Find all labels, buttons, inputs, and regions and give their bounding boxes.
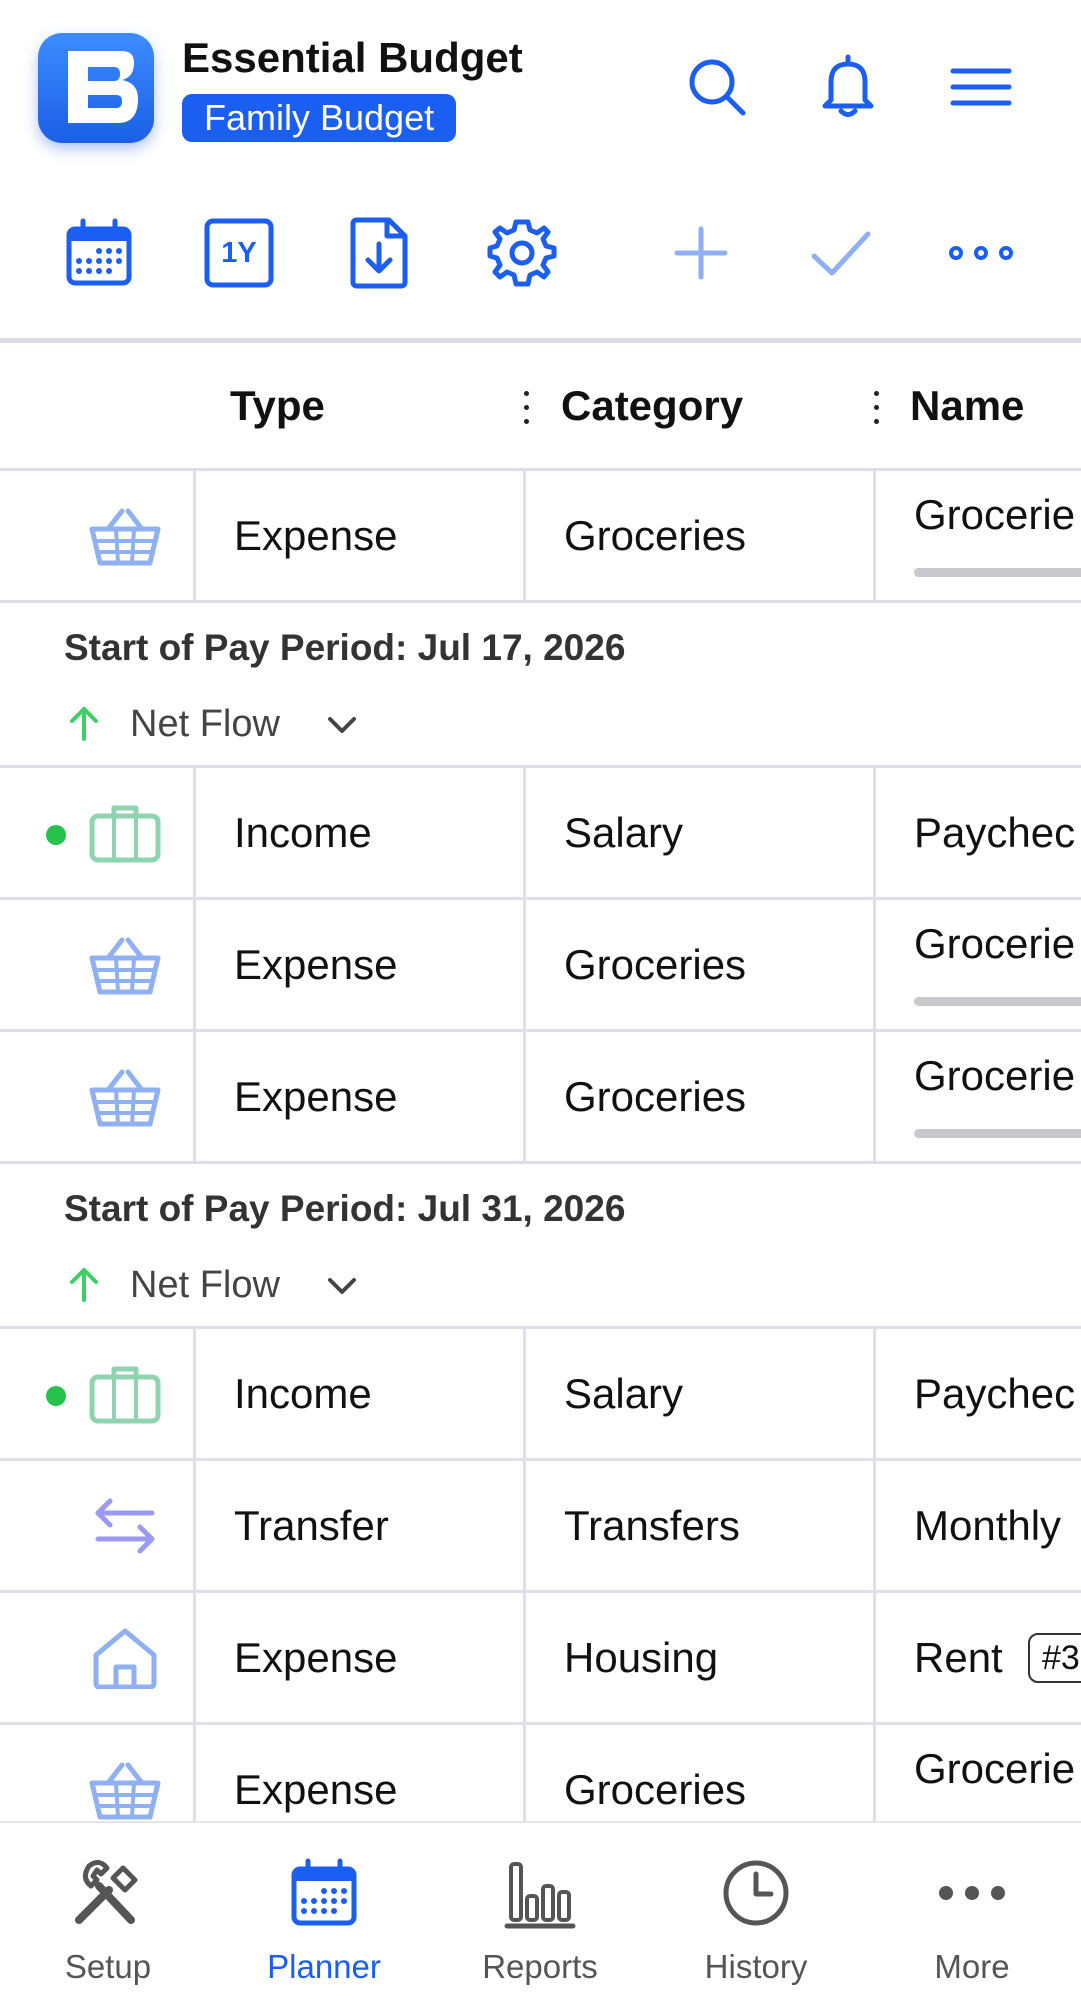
basket-icon [89,1762,161,1820]
chevron-down-icon [328,717,356,733]
bell-icon[interactable] [813,52,883,122]
progress-bar [914,568,1081,577]
row-name: Grocerie [914,1052,1076,1099]
tab-label: Planner [267,1948,381,1985]
pay-period-header[interactable]: Start of Pay Period: Jul 31, 2026 Net Fl… [0,1164,1081,1329]
row-name: Paychec [914,1370,1076,1417]
more-icon [932,1853,1012,1933]
add-icon[interactable] [656,208,746,298]
pay-period-title: Start of Pay Period: Jul 17, 2026 [64,627,626,668]
search-icon[interactable] [682,52,752,122]
tab-reports[interactable]: Reports [432,1823,648,1999]
row-name: Rent [914,1634,1003,1681]
table-row[interactable]: Expense Groceries Grocerie [0,1725,1081,1821]
tools-icon [68,1853,148,1933]
bottom-tab-bar: Setup Planner Reports History More [0,1821,1081,1999]
row-name: Grocerie [914,920,1076,967]
calendar-icon[interactable] [54,208,144,298]
more-icon[interactable] [936,208,1026,298]
row-category: Groceries [564,1766,747,1813]
calendar-icon [284,1853,364,1933]
tab-planner[interactable]: Planner [216,1823,432,1999]
row-type: Income [234,809,372,856]
row-type: Expense [234,512,398,559]
progress-bar [914,1129,1081,1138]
row-type: Expense [234,941,398,988]
column-header-category[interactable]: Category [561,343,743,468]
pay-period-header[interactable]: Start of Pay Period: Jul 17, 2026 Net Fl… [0,603,1081,768]
bar-chart-icon [500,1853,580,1933]
one-year-icon[interactable]: 1Y [194,208,284,298]
row-category: Groceries [564,1073,747,1120]
clock-icon [716,1853,796,1933]
row-name: Monthly [914,1502,1062,1549]
menu-icon[interactable] [946,52,1016,122]
column-resize-handle[interactable] [522,391,530,425]
tab-more[interactable]: More [864,1823,1080,1999]
download-icon[interactable] [334,208,424,298]
row-name: Grocerie [914,1745,1076,1792]
row-category: Groceries [564,512,747,559]
tab-history[interactable]: History [648,1823,864,1999]
row-category: Transfers [564,1502,740,1549]
briefcase-icon [89,805,161,863]
planner-list: Expense Groceries Grocerie Start of Pay … [0,471,1081,1821]
row-tag-badge: #3 [1028,1633,1081,1683]
table-row[interactable]: Expense Groceries Grocerie [0,1032,1081,1164]
tab-label: Reports [482,1948,598,1985]
row-category: Housing [564,1634,719,1681]
column-header-type[interactable]: Type [230,343,325,468]
progress-bar [914,997,1081,1006]
table-row[interactable]: Transfer Transfers Monthly [0,1461,1081,1593]
basket-icon [89,1069,161,1127]
row-name: Paychec [914,809,1076,856]
tab-setup[interactable]: Setup [0,1823,216,1999]
table-row[interactable]: Expense Groceries Grocerie [0,471,1081,603]
arrow-up-icon [70,1268,98,1302]
row-category: Groceries [564,941,747,988]
row-type: Expense [234,1634,398,1681]
basket-icon [89,937,161,995]
arrow-up-icon [70,707,98,741]
row-type: Expense [234,1766,398,1813]
row-name: Grocerie [914,491,1076,538]
row-type: Expense [234,1073,398,1120]
row-category: Salary [564,1370,684,1417]
column-resize-handle[interactable] [872,391,880,425]
status-dot [46,825,66,845]
table-row[interactable]: Income Salary Paychec [0,768,1081,900]
table-row[interactable]: Expense Housing Rent #3 [0,1593,1081,1725]
toolbar: 1Y [0,200,1081,310]
app-header: Essential Budget Family Budget [0,0,1081,175]
table-header: Type Category Name [0,343,1081,471]
budget-selector-badge[interactable]: Family Budget [182,94,457,142]
row-type: Income [234,1370,372,1417]
gear-icon[interactable] [477,208,567,298]
basket-icon [89,508,161,566]
house-icon [93,1628,157,1689]
table-row[interactable]: Expense Groceries Grocerie [0,900,1081,1032]
row-type: Transfer [234,1502,389,1549]
tab-label: Setup [64,1948,152,1985]
app-title: Essential Budget [182,34,523,81]
briefcase-icon [89,1366,161,1424]
chevron-down-icon [328,1278,356,1294]
row-category: Salary [564,809,684,856]
net-flow-label: Net Flow [130,1264,280,1306]
check-icon[interactable] [796,208,886,298]
one-year-label: 1Y [221,237,257,269]
tab-label: History [704,1948,808,1985]
column-header-name[interactable]: Name [910,343,1024,468]
pay-period-title: Start of Pay Period: Jul 31, 2026 [64,1188,626,1229]
tab-label: More [934,1948,1010,1985]
transfer-icon [95,1498,155,1554]
table-row[interactable]: Income Salary Paychec [0,1329,1081,1461]
status-dot [46,1386,66,1406]
net-flow-label: Net Flow [130,703,280,745]
app-logo [38,33,154,143]
